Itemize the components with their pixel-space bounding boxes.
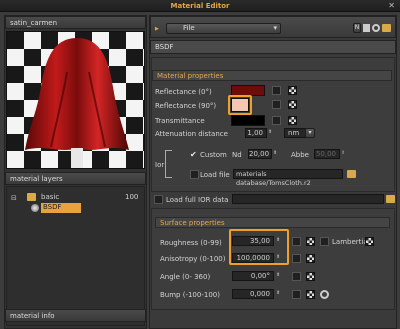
browse-folder-icon[interactable] (347, 170, 356, 178)
reflectance90-label: Reflectance (90°) (155, 102, 217, 110)
abbe-input[interactable]: 50,00 (314, 149, 340, 159)
bump-checkbox[interactable] (292, 290, 301, 299)
lambertian-checkbox[interactable] (320, 237, 329, 246)
load-ior-checkbox[interactable] (154, 195, 163, 204)
bump-input[interactable]: 0,000 (232, 289, 274, 299)
attenuation-unit-select[interactable]: nm (284, 128, 306, 138)
texture-icon[interactable] (306, 254, 315, 263)
stepper-icon[interactable]: ⬍ (276, 254, 280, 260)
tree-item-bsdf-label: BSDF (43, 203, 62, 211)
ior-bracket (165, 150, 172, 178)
tree-item-bsdf[interactable]: BSDF (41, 203, 81, 213)
surface-properties-header: Surface properties (155, 217, 390, 228)
stepper-icon[interactable]: ⬍ (276, 272, 280, 278)
texture-icon[interactable] (288, 116, 297, 125)
texture-icon[interactable] (306, 272, 315, 281)
angle-label: Angle (0- 360) (160, 273, 211, 281)
roughness-checkbox[interactable] (292, 237, 301, 246)
material-info-header: material info (5, 309, 146, 322)
ior-file-path[interactable]: materials database/TomsCloth.r2 (233, 169, 343, 187)
load-ior-label: Load full IOR data (166, 196, 229, 204)
stepper-icon[interactable]: ⬍ (268, 129, 272, 135)
file-menu-button[interactable]: File ▾ (166, 23, 281, 34)
roughness-label: Roughness (0-99) (160, 239, 222, 247)
bump-label: Bump (-100-100) (160, 291, 220, 299)
attenuation-input[interactable]: 1,00 (245, 128, 267, 138)
angle-checkbox[interactable] (292, 272, 301, 281)
nd-input[interactable]: 20,00 (248, 149, 272, 159)
texture-icon[interactable] (365, 237, 374, 246)
anisotropy-input[interactable]: 100,0000 (232, 253, 274, 263)
chevron-down-icon[interactable]: ▾ (305, 128, 315, 138)
texture-icon[interactable] (306, 237, 315, 246)
chevron-down-icon: ▾ (273, 24, 277, 32)
tree-item-basic[interactable]: basic (41, 193, 59, 201)
transmittance-label: Transmittance (155, 117, 205, 125)
texture-icon[interactable] (288, 86, 297, 95)
roughness-input[interactable]: 35,00 (232, 236, 274, 246)
anisotropy-checkbox[interactable] (292, 254, 301, 263)
file-label: File (183, 24, 195, 32)
browse-folder-icon[interactable] (386, 195, 395, 203)
layers-tree: ⊟ basic 100 BSDF (6, 186, 145, 326)
reflectance90-swatch[interactable] (231, 98, 249, 112)
ior-label: Ior (155, 161, 165, 169)
close-icon[interactable]: ✕ (388, 1, 395, 10)
refresh-icon[interactable] (320, 290, 329, 299)
load-file-checkbox[interactable] (190, 170, 199, 179)
material-properties-header: Material properties (152, 70, 392, 81)
arrow-icon: ▶ (155, 26, 159, 32)
window-title: Material Editor (170, 2, 230, 10)
load-file-label: Load file (200, 171, 230, 179)
material-preview (6, 31, 145, 169)
refresh-icon[interactable] (372, 24, 380, 32)
open-folder-icon[interactable] (382, 24, 391, 32)
texture-icon[interactable] (306, 290, 315, 299)
stepper-icon[interactable]: ⬍ (341, 150, 345, 156)
ior-data-path[interactable] (232, 194, 384, 204)
reflectance90-checkbox[interactable] (272, 100, 281, 109)
reflectance0-checkbox[interactable] (272, 86, 281, 95)
material-name: satin_carmen (5, 16, 146, 29)
custom-label: Custom (200, 151, 227, 159)
angle-input[interactable]: 0,00° (232, 271, 274, 281)
bsdf-icon (31, 204, 39, 212)
transmittance-checkbox[interactable] (272, 116, 281, 125)
abbe-label: Abbe (291, 151, 309, 159)
collapse-icon[interactable]: ⊟ (11, 194, 17, 202)
document-icon[interactable] (363, 24, 370, 32)
stepper-icon[interactable]: ⬍ (273, 150, 277, 156)
transmittance-swatch[interactable] (231, 115, 265, 126)
title-bar: Material Editor ✕ (0, 0, 400, 12)
custom-check-icon[interactable]: ✔ (190, 150, 197, 159)
attenuation-label: Attenuation distance (155, 130, 228, 138)
n-button[interactable]: N (353, 23, 361, 33)
nd-label: Nd (232, 151, 242, 159)
stepper-icon[interactable]: ⬍ (276, 290, 280, 296)
texture-icon[interactable] (288, 100, 297, 109)
anisotropy-label: Anisotropy (0-100) (160, 255, 226, 263)
bsdf-header: BSDF (150, 40, 396, 54)
stepper-icon[interactable]: ⬍ (276, 237, 280, 243)
material-layers-header: material layers (5, 172, 146, 185)
reflectance0-label: Reflectance (0°) (155, 88, 212, 96)
toolbar: ▶ File ▾ N (150, 16, 396, 38)
tree-item-basic-value: 100 (125, 193, 139, 201)
folder-icon (27, 193, 36, 201)
